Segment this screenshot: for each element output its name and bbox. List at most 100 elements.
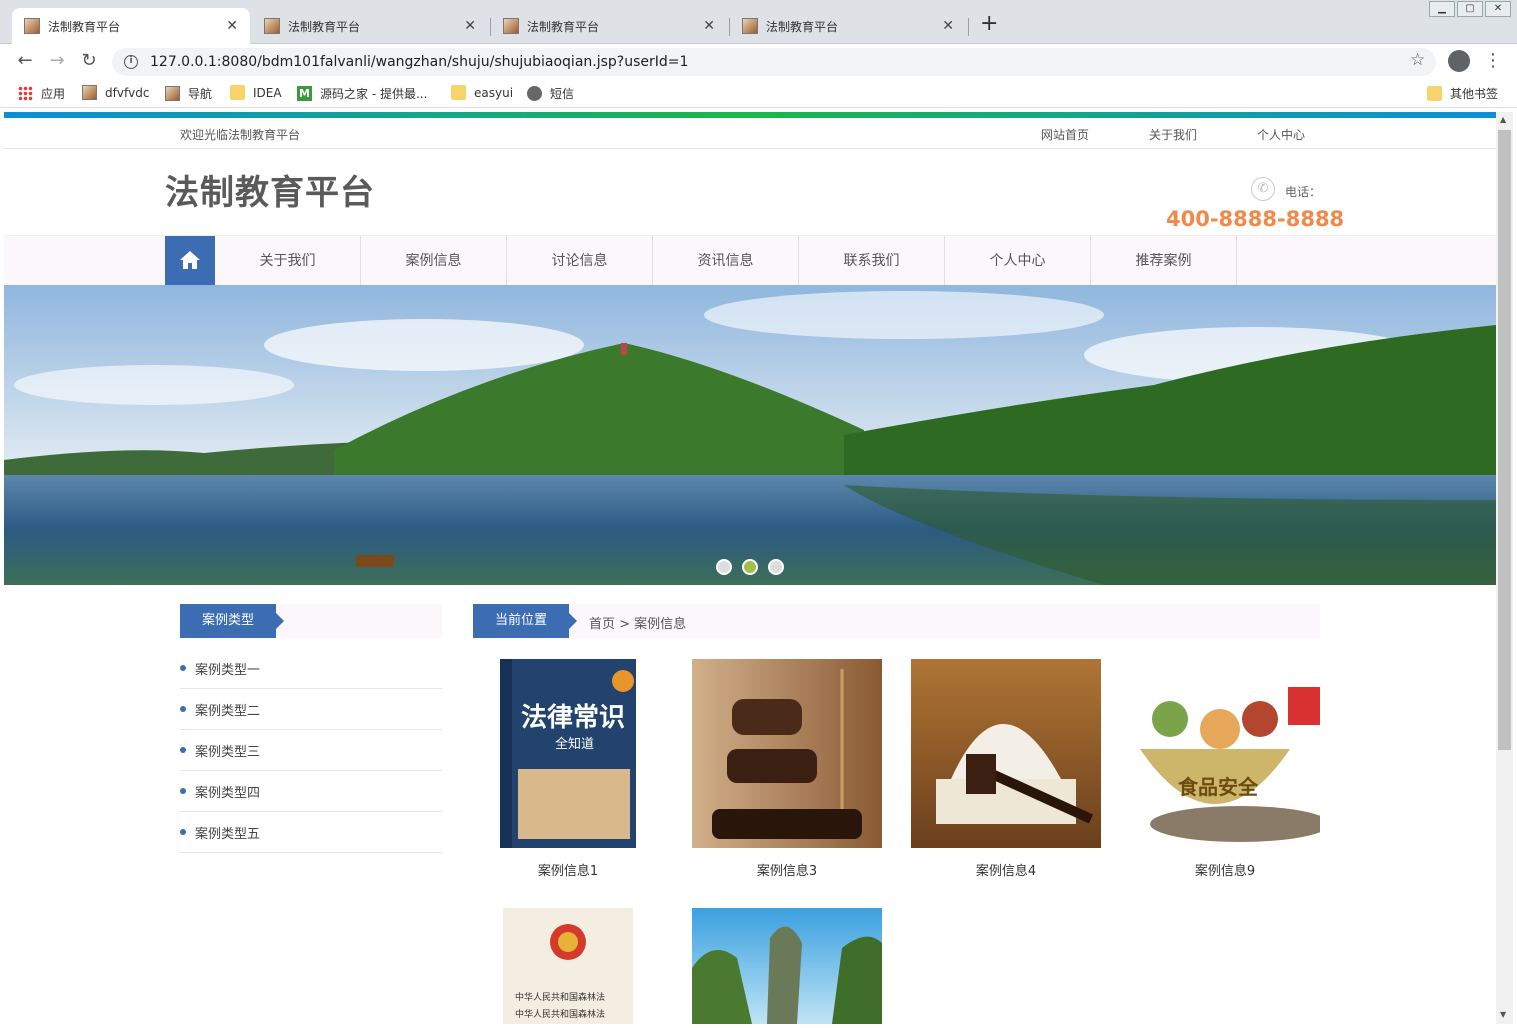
breadcrumb-path[interactable]: 首页 > 案例信息 bbox=[589, 613, 686, 632]
minimize-button[interactable]: ▁ bbox=[1429, 1, 1455, 17]
case-card[interactable]: 案例信息3 bbox=[692, 659, 882, 879]
book-subtitle: 全知道 bbox=[555, 737, 595, 752]
favicon-icon bbox=[264, 18, 280, 34]
bookmark-item[interactable]: 导航 bbox=[165, 85, 212, 102]
case-image[interactable] bbox=[692, 659, 882, 848]
nav-about[interactable]: 关于我们 bbox=[215, 236, 361, 286]
profile-avatar-icon[interactable] bbox=[1448, 50, 1470, 72]
info-icon[interactable]: i bbox=[124, 55, 138, 69]
browser-tab[interactable]: 法制教育平台 ✕ bbox=[252, 8, 488, 44]
bookmark-item[interactable]: IDEA bbox=[230, 85, 282, 100]
breadcrumb-title: 当前位置 bbox=[473, 604, 577, 638]
nav-discussion[interactable]: 讨论信息 bbox=[507, 236, 653, 286]
main-nav: 关于我们 案例信息 讨论信息 资讯信息 联系我们 个人中心 推荐案例 bbox=[4, 235, 1496, 286]
banner-slider[interactable] bbox=[4, 285, 1496, 585]
bookmark-label: 导航 bbox=[188, 87, 213, 101]
case-card[interactable]: 中华人民共和国森林法 中华人民共和国森林法 bbox=[473, 908, 663, 1024]
case-caption[interactable]: 案例信息4 bbox=[911, 860, 1101, 879]
browser-tab[interactable]: 法制教育平台 ✕ bbox=[12, 8, 250, 44]
sidebar-item[interactable]: 案例类型一 bbox=[180, 648, 442, 689]
case-card[interactable]: 法律常识 全知道 案例信息1 bbox=[473, 659, 663, 879]
case-caption[interactable]: 案例信息3 bbox=[692, 860, 882, 879]
nav-cases[interactable]: 案例信息 bbox=[361, 236, 507, 286]
sidebar-item[interactable]: 案例类型二 bbox=[180, 689, 442, 730]
book-line: 中华人民共和国森林法 bbox=[515, 993, 606, 1003]
sidebar-item[interactable]: 案例类型四 bbox=[180, 771, 442, 812]
scrollbar-thumb[interactable] bbox=[1498, 130, 1511, 750]
maximize-button[interactable]: ▢ bbox=[1457, 1, 1483, 17]
close-window-button[interactable]: ✕ bbox=[1485, 1, 1511, 17]
case-caption[interactable]: 案例信息1 bbox=[473, 860, 663, 879]
favicon-icon bbox=[503, 18, 519, 34]
sidebar-item[interactable]: 案例类型三 bbox=[180, 730, 442, 771]
bookmark-item[interactable]: M 源码之家 - 提供最... bbox=[297, 85, 427, 102]
bookmark-label: 其他书签 bbox=[1450, 87, 1499, 101]
slider-dot[interactable] bbox=[768, 559, 784, 575]
sidebar-item-label: 案例类型五 bbox=[195, 826, 261, 842]
case-image[interactable]: 法律常识 全知道 bbox=[473, 659, 663, 848]
browser-tab[interactable]: 法制教育平台 ✕ bbox=[491, 8, 727, 44]
sidebar-item-label: 案例类型三 bbox=[195, 744, 261, 760]
case-caption[interactable]: 案例信息9 bbox=[1130, 860, 1320, 879]
tab-divider bbox=[968, 18, 969, 36]
bookmark-apps[interactable]: 应用 bbox=[18, 85, 65, 102]
bookmark-label: dfvfvdc bbox=[105, 85, 150, 100]
forward-arrow-icon[interactable]: → bbox=[46, 50, 68, 71]
nav-profile[interactable]: 个人中心 bbox=[945, 236, 1091, 286]
banner-image bbox=[4, 285, 1496, 585]
top-link-home[interactable]: 网站首页 bbox=[1041, 126, 1089, 143]
bookmark-item[interactable]: easyui bbox=[451, 85, 513, 100]
case-image[interactable]: 中华人民共和国森林法 中华人民共和国森林法 bbox=[473, 908, 663, 1024]
slider-dot-active[interactable] bbox=[742, 559, 758, 575]
phone-label: 电话： bbox=[1285, 185, 1322, 199]
case-type-list: 案例类型一 案例类型二 案例类型三 案例类型四 案例类型五 bbox=[180, 648, 442, 853]
bookmark-item[interactable]: 短信 bbox=[527, 85, 574, 102]
browser-toolbar: ← → ↻ i 127.0.0.1:8080/bdm101falvanli/wa… bbox=[0, 44, 1517, 78]
globe-icon bbox=[527, 86, 542, 101]
sidebar-header: 案例类型 bbox=[180, 604, 442, 638]
site-header: 法制教育平台 ✆ 电话： 400-8888-8888 bbox=[4, 149, 1496, 235]
browser-tab[interactable]: 法制教育平台 ✕ bbox=[730, 8, 966, 44]
apps-icon bbox=[18, 86, 33, 101]
case-card[interactable]: 食品安全 案例信息9 bbox=[1130, 659, 1320, 879]
close-tab-icon[interactable]: ✕ bbox=[942, 18, 954, 34]
top-link-profile[interactable]: 个人中心 bbox=[1257, 126, 1305, 143]
nav-recommended[interactable]: 推荐案例 bbox=[1091, 236, 1237, 286]
nav-contact[interactable]: 联系我们 bbox=[799, 236, 945, 286]
close-tab-icon[interactable]: ✕ bbox=[703, 18, 715, 34]
bullet-icon bbox=[180, 665, 186, 671]
case-image[interactable] bbox=[911, 659, 1101, 848]
close-tab-icon[interactable]: ✕ bbox=[226, 18, 238, 34]
case-card[interactable]: 案例信息4 bbox=[911, 659, 1101, 879]
other-bookmarks[interactable]: 其他书签 bbox=[1427, 85, 1498, 102]
browser-menu-icon[interactable]: ⋮ bbox=[1484, 50, 1502, 71]
new-tab-button[interactable]: + bbox=[980, 12, 998, 36]
sidebar-item[interactable]: 案例类型五 bbox=[180, 812, 442, 853]
bullet-icon bbox=[180, 829, 186, 835]
case-card[interactable] bbox=[692, 908, 882, 1024]
close-tab-icon[interactable]: ✕ bbox=[464, 18, 476, 34]
book-line: 中华人民共和国森林法 bbox=[515, 1010, 606, 1020]
home-button[interactable] bbox=[165, 236, 215, 286]
slider-dot[interactable] bbox=[716, 559, 732, 575]
nav-news[interactable]: 资讯信息 bbox=[653, 236, 799, 286]
case-image[interactable]: 食品安全 bbox=[1130, 659, 1320, 848]
reload-icon[interactable]: ↻ bbox=[78, 50, 100, 71]
case-image[interactable] bbox=[692, 908, 882, 1024]
m-icon: M bbox=[297, 86, 312, 101]
folder-icon bbox=[1427, 86, 1442, 101]
home-icon bbox=[180, 251, 200, 269]
back-arrow-icon[interactable]: ← bbox=[14, 50, 36, 71]
phone-number: 400-8888-8888 bbox=[1166, 207, 1345, 231]
scroll-up-icon[interactable]: ▲ bbox=[1500, 115, 1506, 124]
scroll-down-icon[interactable]: ▼ bbox=[1500, 1010, 1506, 1019]
site-logo[interactable]: 法制教育平台 bbox=[165, 165, 375, 214]
slider-dots bbox=[716, 559, 784, 575]
bookmark-star-icon[interactable]: ☆ bbox=[1410, 50, 1425, 70]
address-bar[interactable]: i 127.0.0.1:8080/bdm101falvanli/wangzhan… bbox=[112, 48, 1436, 76]
welcome-text: 欢迎光临法制教育平台 bbox=[180, 128, 301, 142]
top-bar: 欢迎光临法制教育平台 网站首页 关于我们 个人中心 bbox=[4, 118, 1496, 149]
page-scrollbar[interactable]: ▲ ▼ bbox=[1496, 112, 1513, 1024]
bookmark-item[interactable]: dfvfvdc bbox=[82, 85, 149, 100]
top-link-about[interactable]: 关于我们 bbox=[1149, 126, 1197, 143]
